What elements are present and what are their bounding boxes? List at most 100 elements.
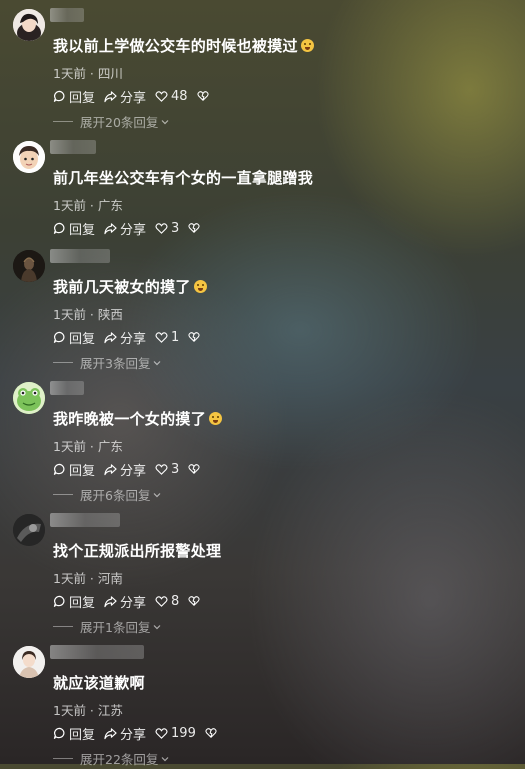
comment-meta: 1天前 · 四川 bbox=[53, 66, 123, 81]
broken-heart-icon bbox=[205, 728, 217, 739]
broken-heart-icon bbox=[188, 332, 200, 343]
like-count: 48 bbox=[171, 88, 188, 104]
dislike-button[interactable] bbox=[188, 595, 203, 607]
like-count: 8 bbox=[171, 593, 180, 609]
reply-icon bbox=[53, 727, 65, 739]
comment-text: 我昨晚被一个女的摸了 bbox=[53, 408, 223, 429]
comment-item: 找个正规派出所报警处理 1天前 · 河南 回复 分享 8 展开1条回复 bbox=[0, 505, 525, 637]
broken-heart-icon bbox=[188, 464, 200, 475]
broken-heart-icon bbox=[197, 91, 209, 102]
share-icon bbox=[104, 595, 117, 607]
divider bbox=[53, 758, 73, 759]
divider bbox=[53, 626, 73, 627]
comment-text: 我前几天被女的摸了 bbox=[53, 276, 207, 297]
like-count: 199 bbox=[171, 725, 196, 741]
dislike-button[interactable] bbox=[188, 463, 203, 475]
expand-replies[interactable]: 展开22条回复 bbox=[53, 749, 170, 768]
reply-icon bbox=[53, 331, 65, 343]
comment-actions: 回复 分享 199 bbox=[53, 724, 229, 743]
reply-button[interactable]: 回复 bbox=[53, 328, 95, 347]
comment-meta: 1天前 · 广东 bbox=[53, 198, 123, 213]
heart-icon bbox=[155, 90, 168, 102]
comment-actions: 回复 分享 3 bbox=[53, 460, 212, 479]
chevron-down-icon bbox=[161, 119, 169, 124]
heart-icon bbox=[155, 727, 168, 739]
reply-button[interactable]: 回复 bbox=[53, 219, 95, 238]
comment-item: 我以前上学做公交车的时候也被摸过 1天前 · 四川 回复 分享 48 展开20条… bbox=[0, 0, 525, 132]
expand-replies[interactable]: 展开6条回复 bbox=[53, 485, 162, 504]
username[interactable] bbox=[50, 513, 120, 527]
share-icon bbox=[104, 90, 117, 102]
expand-replies[interactable]: 展开3条回复 bbox=[53, 353, 162, 372]
share-button[interactable]: 分享 bbox=[104, 592, 146, 611]
username[interactable] bbox=[50, 8, 84, 22]
crying-face-emoji bbox=[209, 412, 223, 425]
heart-icon bbox=[155, 595, 168, 607]
comment-meta: 1天前 · 陕西 bbox=[53, 307, 123, 322]
share-button[interactable]: 分享 bbox=[104, 328, 146, 347]
dislike-button[interactable] bbox=[188, 222, 203, 234]
broken-heart-icon bbox=[188, 223, 200, 234]
heart-icon bbox=[155, 331, 168, 343]
share-icon bbox=[104, 727, 117, 739]
comment-text: 就应该道歉啊 bbox=[53, 674, 145, 692]
heart-icon bbox=[155, 222, 168, 234]
comment-meta: 1天前 · 河南 bbox=[53, 571, 123, 586]
share-icon bbox=[104, 463, 117, 475]
divider bbox=[53, 362, 73, 363]
username[interactable] bbox=[50, 381, 84, 395]
surprised-face-emoji bbox=[193, 280, 207, 293]
reply-icon bbox=[53, 222, 65, 234]
reply-button[interactable]: 回复 bbox=[53, 460, 95, 479]
comment-text: 找个正规派出所报警处理 bbox=[53, 542, 222, 560]
username[interactable] bbox=[50, 645, 144, 659]
username[interactable] bbox=[50, 140, 96, 154]
chevron-down-icon bbox=[154, 360, 161, 365]
like-button[interactable]: 8 bbox=[155, 594, 179, 609]
reply-button[interactable]: 回复 bbox=[53, 592, 95, 611]
like-button[interactable]: 48 bbox=[155, 89, 188, 104]
like-count: 3 bbox=[171, 220, 180, 236]
crying-face-emoji bbox=[300, 39, 314, 52]
dislike-button[interactable] bbox=[205, 727, 220, 739]
share-icon bbox=[104, 331, 117, 343]
divider bbox=[53, 121, 73, 122]
comment-text: 我以前上学做公交车的时候也被摸过 bbox=[53, 35, 314, 56]
share-button[interactable]: 分享 bbox=[104, 219, 146, 238]
avatar[interactable] bbox=[13, 514, 45, 546]
comment-item: 我前几天被女的摸了 1天前 · 陕西 回复 分享 1 展开3条回复 bbox=[0, 241, 525, 373]
comment-actions: 回复 分享 1 bbox=[53, 328, 212, 347]
avatar[interactable] bbox=[13, 646, 45, 678]
heart-icon bbox=[155, 463, 168, 475]
share-button[interactable]: 分享 bbox=[104, 460, 146, 479]
comment-meta: 1天前 · 广东 bbox=[53, 439, 123, 454]
avatar[interactable] bbox=[13, 382, 45, 414]
chevron-down-icon bbox=[154, 492, 161, 497]
avatar[interactable] bbox=[13, 250, 45, 282]
avatar[interactable] bbox=[13, 141, 45, 173]
reply-icon bbox=[53, 595, 65, 607]
comment-text: 前几年坐公交车有个女的一直拿腿蹭我 bbox=[53, 169, 314, 187]
like-button[interactable]: 3 bbox=[155, 221, 179, 236]
username[interactable] bbox=[50, 249, 110, 263]
reply-button[interactable]: 回复 bbox=[53, 87, 95, 106]
like-button[interactable]: 1 bbox=[155, 330, 179, 345]
like-count: 1 bbox=[171, 329, 180, 345]
share-button[interactable]: 分享 bbox=[104, 87, 146, 106]
comment-actions: 回复 分享 3 bbox=[53, 219, 212, 238]
divider bbox=[53, 494, 73, 495]
reply-button[interactable]: 回复 bbox=[53, 724, 95, 743]
share-button[interactable]: 分享 bbox=[104, 724, 146, 743]
avatar[interactable] bbox=[13, 9, 45, 41]
comment-item: 就应该道歉啊 1天前 · 江苏 回复 分享 199 展开22条回复 bbox=[0, 637, 525, 769]
like-button[interactable]: 199 bbox=[155, 726, 196, 741]
dislike-button[interactable] bbox=[197, 90, 212, 102]
comment-actions: 回复 分享 48 bbox=[53, 87, 221, 106]
expand-replies[interactable]: 展开1条回复 bbox=[53, 617, 162, 636]
expand-replies[interactable]: 展开20条回复 bbox=[53, 112, 170, 131]
dislike-button[interactable] bbox=[188, 331, 203, 343]
like-button[interactable]: 3 bbox=[155, 462, 179, 477]
comment-item: 我昨晚被一个女的摸了 1天前 · 广东 回复 分享 3 展开6条回复 bbox=[0, 373, 525, 505]
broken-heart-icon bbox=[188, 596, 200, 607]
reply-icon bbox=[53, 463, 65, 475]
